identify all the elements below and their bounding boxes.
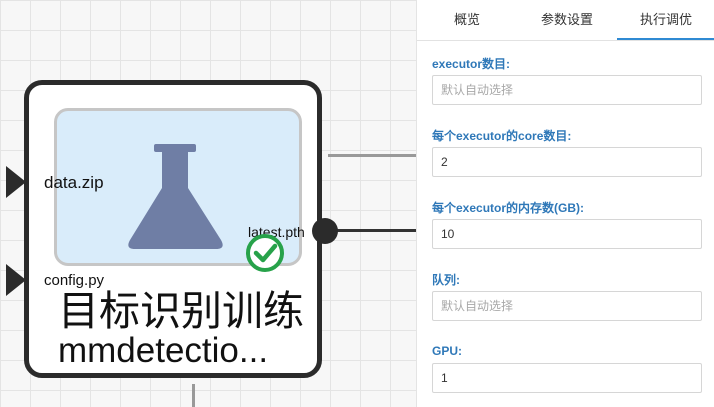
input-port-config[interactable] — [6, 264, 26, 296]
queue-input[interactable] — [432, 291, 702, 321]
tab-overview[interactable]: 概览 — [417, 0, 517, 40]
executor-memory-input[interactable] — [432, 219, 702, 249]
success-check-icon — [246, 234, 284, 272]
executor-core-label: 每个executor的core数目: — [432, 129, 572, 143]
workflow-canvas[interactable]: data.zip config.py latest.pth 目标识别训练 mmd… — [0, 0, 416, 407]
input-port-data[interactable] — [6, 166, 26, 198]
edge-line — [192, 384, 195, 407]
executor-count-label: executor数目: — [432, 57, 511, 71]
output-port[interactable] — [312, 218, 338, 244]
input-label-data: data.zip — [44, 173, 104, 192]
tab-parameters[interactable]: 参数设置 — [517, 0, 617, 40]
node-subtitle: mmdetectio... — [58, 331, 269, 370]
edge-output-line — [336, 229, 416, 232]
tab-execution-tuning[interactable]: 执行调优 — [617, 0, 714, 40]
executor-memory-label: 每个executor的内存数(GB): — [432, 201, 585, 215]
properties-panel: 概览 参数设置 执行调优 executor数目: 每个executor的core… — [416, 0, 714, 407]
edge-line — [328, 154, 416, 157]
executor-core-input[interactable] — [432, 147, 702, 177]
gpu-label: GPU: — [432, 344, 462, 358]
panel-tabs: 概览 参数设置 执行调优 — [417, 0, 714, 41]
gpu-input[interactable] — [432, 363, 702, 393]
executor-count-input[interactable] — [432, 75, 702, 105]
queue-label: 队列: — [432, 273, 460, 287]
